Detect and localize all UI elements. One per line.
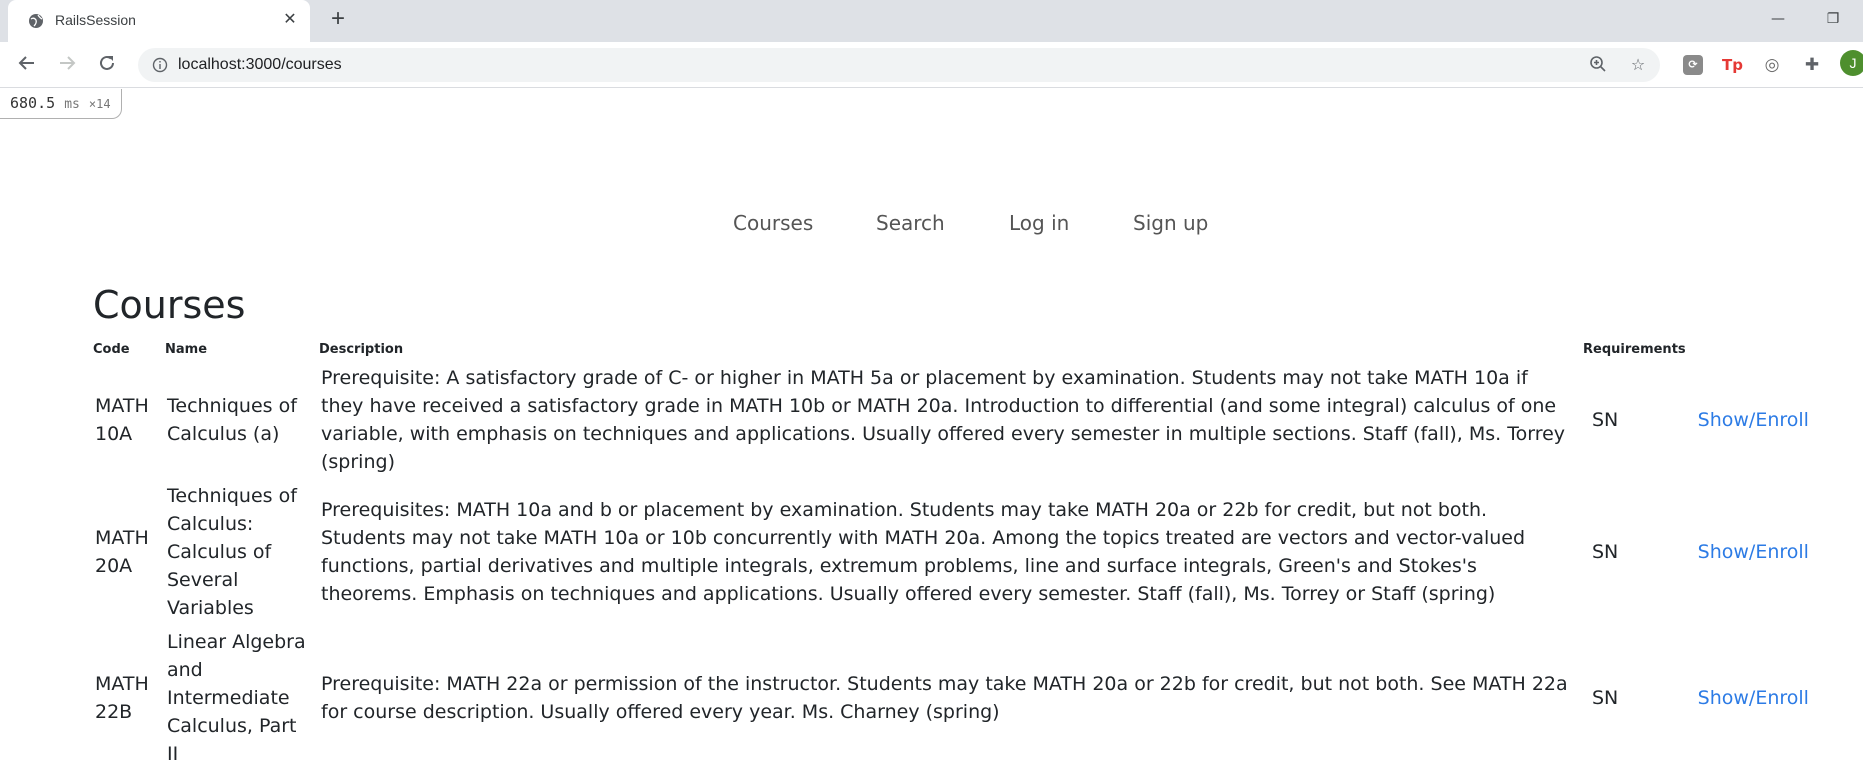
profiler-time: 680.5 [10,94,56,112]
nav-link-search[interactable]: Search [876,211,945,235]
show-enroll-link[interactable]: Show/Enroll [1698,687,1809,709]
url-text: localhost:3000/courses [178,56,342,73]
extension-icon[interactable]: ⟳ [1683,55,1703,75]
page-title: Courses [93,283,246,327]
forward-button[interactable] [53,51,81,79]
tab-strip: RailsSession ✕ + — ❐ [0,0,1863,42]
new-tab-button[interactable]: + [326,7,350,32]
minimize-icon[interactable]: — [1763,6,1793,32]
profiler-unit: ms [64,97,80,112]
header-requirements: Requirements [1583,342,1686,357]
table-row: MATH 22B Linear Algebra and Intermediate… [88,625,1828,771]
course-code: MATH 22B [95,673,149,723]
extension-tp-icon[interactable]: Tp [1722,55,1743,75]
header-description: Description [319,342,404,357]
course-description: Prerequisite: A satisfactory grade of C-… [321,367,1566,473]
course-requirements: SN [1592,687,1619,709]
zoom-icon[interactable] [1588,55,1608,75]
profile-avatar[interactable]: J [1840,50,1863,76]
course-name: Linear Algebra and Intermediate Calculus… [167,631,306,765]
restore-icon[interactable]: ❐ [1818,6,1848,32]
extension-circle-icon[interactable]: ◎ [1762,55,1782,75]
back-button[interactable] [13,51,41,79]
course-requirements: SN [1592,541,1619,563]
course-code: MATH 20A [95,527,149,577]
nav-link-courses[interactable]: Courses [733,211,813,235]
browser-tab[interactable]: RailsSession ✕ [8,0,310,42]
profiler-count: ×14 [88,97,111,111]
site-nav: Courses Search Log in Sign up [0,211,1863,241]
course-code: MATH 10A [95,395,149,445]
course-description: Prerequisites: MATH 10a and b or placeme… [321,499,1526,605]
extensions-puzzle-icon[interactable]: ✚ [1802,55,1822,75]
nav-link-sign-up[interactable]: Sign up [1133,211,1208,235]
course-name: Techniques of Calculus: Calculus of Seve… [167,485,297,619]
globe-icon [28,13,44,29]
bookmark-star-icon[interactable]: ☆ [1628,55,1648,75]
info-icon[interactable] [152,57,168,73]
close-tab-icon[interactable]: ✕ [280,9,300,29]
course-name: Techniques of Calculus (a) [167,395,297,445]
header-name: Name [165,342,208,357]
header-code: Code [93,342,130,357]
show-enroll-link[interactable]: Show/Enroll [1698,409,1809,431]
header-actions [1691,338,1828,361]
tab-title: RailsSession [55,12,136,28]
reload-button[interactable] [93,51,121,79]
table-row: MATH 10A Techniques of Calculus (a) Prer… [88,361,1828,479]
courses-table: Code Name Description Requirements MATH … [88,338,1828,771]
browser-toolbar: localhost:3000/courses ☆ ⟳ Tp ◎ ✚ J [0,42,1863,88]
mini-profiler-badge[interactable]: 680.5 ms ×14 [0,89,122,119]
table-header-row: Code Name Description Requirements [88,338,1828,361]
address-bar[interactable]: localhost:3000/courses ☆ [138,48,1660,82]
show-enroll-link[interactable]: Show/Enroll [1698,541,1809,563]
nav-link-log-in[interactable]: Log in [1009,211,1069,235]
table-row: MATH 20A Techniques of Calculus: Calculu… [88,479,1828,625]
course-description: Prerequisite: MATH 22a or permission of … [321,673,1568,723]
course-requirements: SN [1592,409,1619,431]
